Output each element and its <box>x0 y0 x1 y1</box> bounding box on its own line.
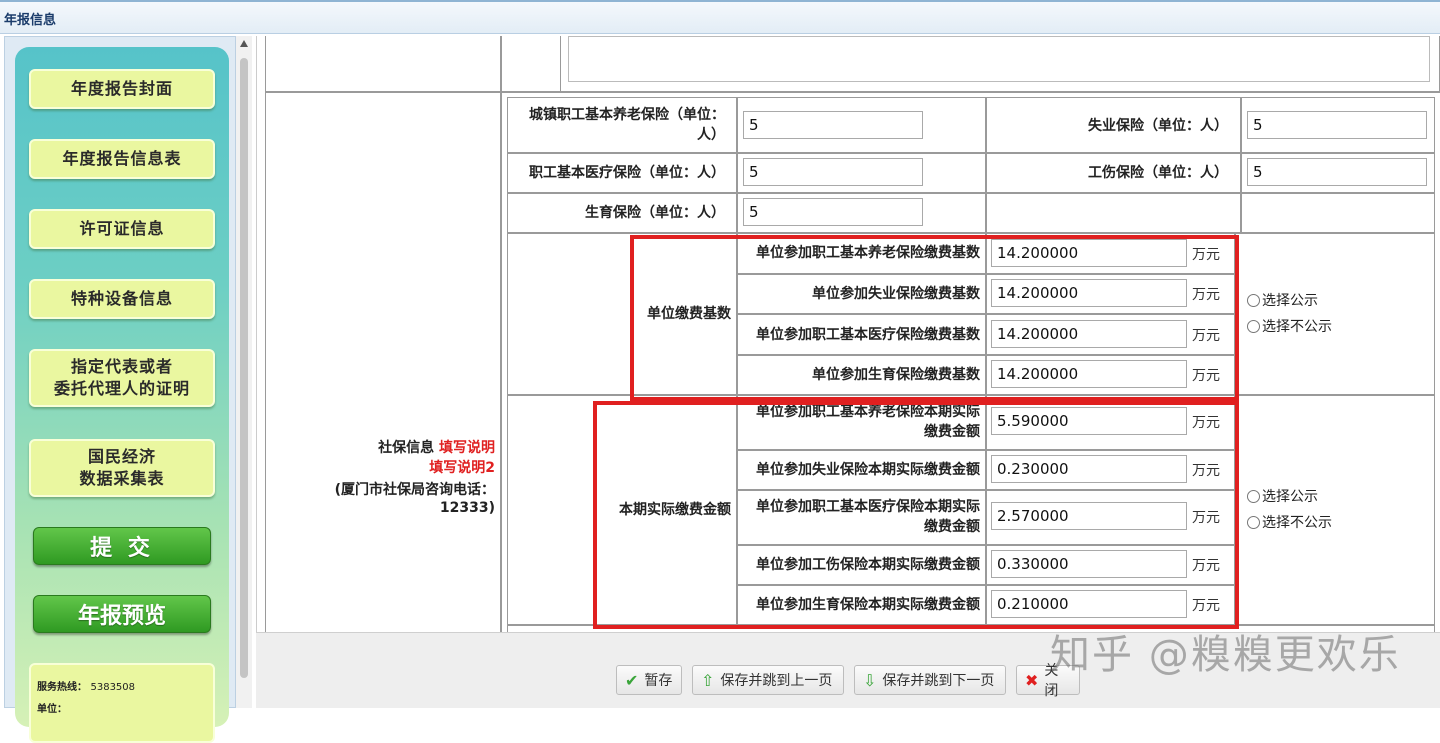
paid-not-publish-radio[interactable]: 选择不公示 <box>1247 512 1332 532</box>
window-title: 年报信息 <box>4 13 57 28</box>
radio-label: 选择不公示 <box>1262 319 1332 335</box>
help-link-1[interactable]: 填写说明 <box>439 440 495 456</box>
sidebar-item-label: 年度报告封面 <box>70 79 173 98</box>
save-draft-button[interactable]: ✔ 暂存 <box>616 665 682 695</box>
radio-label: 选择公示 <box>1262 489 1318 505</box>
sidebar-item-economy-data[interactable]: 国民经济 数据采集表 <box>29 439 215 497</box>
sidebar-item-representative-proof[interactable]: 指定代表或者 委托代理人的证明 <box>29 349 215 407</box>
submit-button-label: 提 交 <box>90 536 154 561</box>
hotline-value: 5383508 <box>90 682 136 693</box>
sidebar-panel: 年度报告封面 年度报告信息表 许可证信息 特种设备信息 指定代表或者 委托代理人… <box>15 47 229 743</box>
section-label-cell <box>265 92 501 632</box>
sidebar-item-label-line2: 数据采集表 <box>79 469 165 488</box>
radio-label: 选择公示 <box>1262 293 1318 309</box>
save-draft-label: 暂存 <box>644 673 673 689</box>
window-titlebar: 年报信息 <box>0 0 1440 34</box>
sidebar-scrollbar[interactable] <box>236 36 252 708</box>
maternity-count-label: 生育保险（单位：人） <box>585 205 725 221</box>
pension-count-label-line2: 人） <box>697 127 725 143</box>
sidebar-item-label-line1: 国民经济 <box>87 447 156 466</box>
maternity-count-input[interactable]: 5 <box>743 198 923 226</box>
arrow-up-icon: ⇧ <box>701 670 715 690</box>
radio-circle-icon[interactable] <box>1247 515 1260 529</box>
pension-count-input[interactable]: 5 <box>743 111 923 139</box>
paid-publish-radio[interactable]: 选择公示 <box>1247 486 1318 506</box>
pension-count-label-line1: 城镇职工基本养老保险（单位： <box>529 107 725 123</box>
phone-note-line2: 12333) <box>439 500 495 516</box>
sidebar-item-label: 年度报告信息表 <box>62 149 182 168</box>
help-link-2[interactable]: 填写说明2 <box>277 458 495 478</box>
radio-circle-icon[interactable] <box>1247 293 1260 307</box>
injury-count-input[interactable]: 5 <box>1247 158 1427 186</box>
top-mid-cell <box>501 36 561 92</box>
medical-count-input[interactable]: 5 <box>743 158 923 186</box>
save-next-button[interactable]: ⇩ 保存并跳到下一页 <box>854 665 1006 695</box>
sidebar-item-special-equipment[interactable]: 特种设备信息 <box>29 279 215 319</box>
sidebar-item-license-info[interactable]: 许可证信息 <box>29 209 215 249</box>
service-info-box: 服务热线： 5383508 单位： <box>29 663 215 743</box>
scroll-up-arrow-icon[interactable] <box>240 40 248 47</box>
base-not-publish-radio[interactable]: 选择不公示 <box>1247 316 1332 336</box>
paid-publish-cell <box>1235 395 1435 625</box>
arrow-down-icon: ⇩ <box>863 670 877 690</box>
section-title: 社保信息 <box>378 440 435 456</box>
sidebar-item-label: 特种设备信息 <box>70 289 173 308</box>
radio-label: 选择不公示 <box>1262 515 1332 531</box>
description-textarea[interactable] <box>568 36 1430 82</box>
injury-count-label: 工伤保险（单位：人） <box>1088 165 1228 181</box>
preview-button-label: 年报预览 <box>77 604 166 629</box>
unemployment-count-label: 失业保险（单位：人） <box>1088 118 1228 134</box>
form-content: 社保信息 填写说明 填写说明2 (厦门市社保局咨询电话： 12333) 城镇职工… <box>256 36 1440 632</box>
highlight-base-box <box>630 235 1239 401</box>
empty-cell <box>986 193 1241 233</box>
hotline-label: 服务热线： <box>37 682 87 693</box>
hotline: 服务热线： 5383508 <box>37 677 207 699</box>
sidebar-item-annual-report-cover[interactable]: 年度报告封面 <box>29 69 215 109</box>
sidebar-item-annual-report-form[interactable]: 年度报告信息表 <box>29 139 215 179</box>
sidebar: 年度报告封面 年度报告信息表 许可证信息 特种设备信息 指定代表或者 委托代理人… <box>4 36 236 743</box>
section-label: 社保信息 填写说明 <box>277 438 495 458</box>
save-next-label: 保存并跳到下一页 <box>882 673 995 689</box>
sidebar-item-label-line1: 指定代表或者 <box>70 357 173 376</box>
save-prev-button[interactable]: ⇧ 保存并跳到上一页 <box>692 665 844 695</box>
preview-button[interactable]: 年报预览 <box>33 595 211 633</box>
radio-circle-icon[interactable] <box>1247 319 1260 333</box>
scroll-thumb[interactable] <box>240 58 248 678</box>
close-circle-icon: ✖ <box>1025 670 1039 690</box>
unit-label: 单位： <box>37 704 67 715</box>
watermark: 知乎 @糗糗更欢乐 <box>1050 632 1401 678</box>
top-left-cell <box>265 36 501 92</box>
phone-note-line1: (厦门市社保局咨询电话： <box>334 482 495 498</box>
medical-count-label: 职工基本医疗保险（单位：人） <box>529 165 725 181</box>
check-circle-icon: ✔ <box>625 670 639 690</box>
base-publish-cell <box>1235 233 1435 395</box>
radio-circle-icon[interactable] <box>1247 489 1260 503</box>
save-prev-label: 保存并跳到上一页 <box>720 673 833 689</box>
sidebar-item-label-line2: 委托代理人的证明 <box>53 379 190 398</box>
base-publish-radio[interactable]: 选择公示 <box>1247 290 1318 310</box>
submit-button[interactable]: 提 交 <box>33 527 211 565</box>
unemployment-count-input[interactable]: 5 <box>1247 111 1427 139</box>
sidebar-item-label: 许可证信息 <box>79 219 165 238</box>
highlight-paid-box <box>593 401 1239 629</box>
empty-cell <box>1241 193 1435 233</box>
